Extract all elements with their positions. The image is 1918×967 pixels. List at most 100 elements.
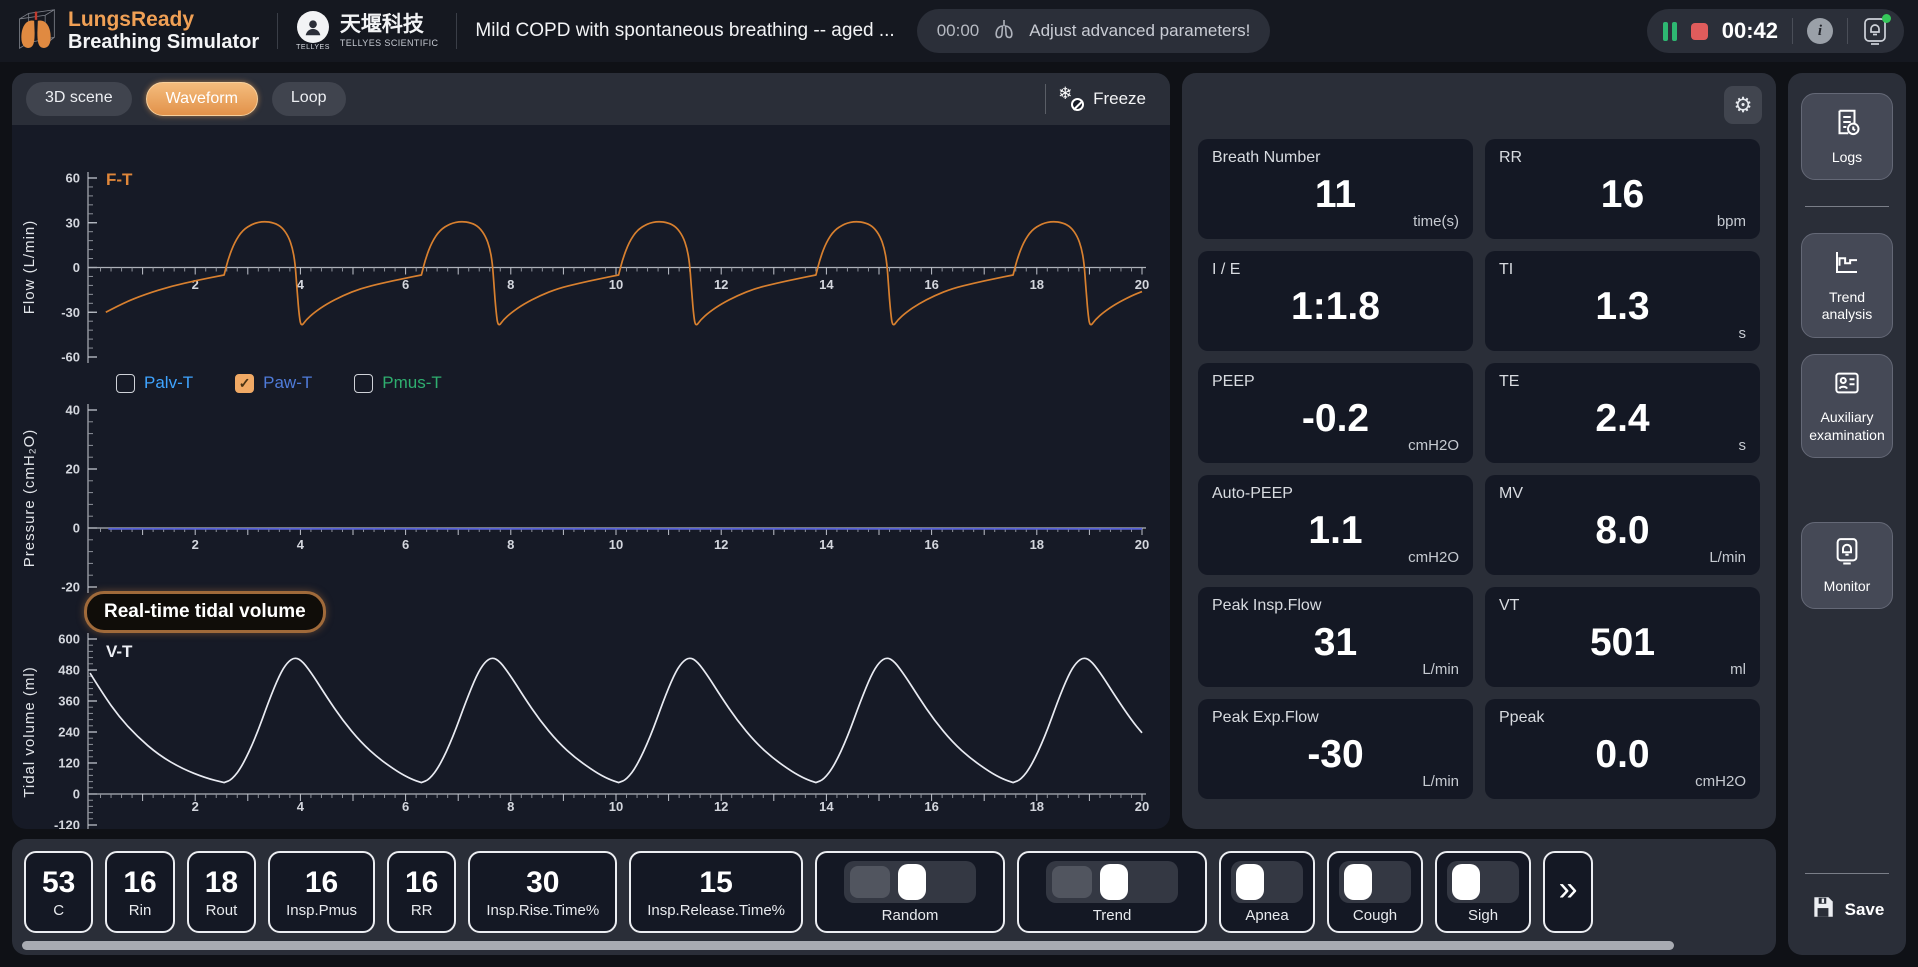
sidebar: Logs Trend analysis Auxiliary examination M… — [1788, 73, 1906, 955]
waveform-charts[interactable]: 60300-30-602468101214161820F-TFlow (L/mi… — [12, 125, 1170, 829]
toggle-sigh[interactable] — [1447, 861, 1519, 903]
freeze-label: Freeze — [1093, 89, 1146, 109]
freeze-button[interactable]: ❄ Freeze — [1060, 87, 1146, 111]
toggle-random[interactable] — [844, 861, 976, 903]
parameter-card-insp-rise-time-[interactable]: 30Insp.Rise.Time% — [468, 851, 617, 933]
measurement-card-mv: MV8.0L/min — [1485, 475, 1760, 575]
x-tick-label: 18 — [1030, 537, 1044, 552]
measurement-value: 501 — [1485, 621, 1760, 665]
measurement-value: -0.2 — [1198, 397, 1473, 441]
measurement-unit: L/min — [1709, 549, 1746, 566]
legend-label: Paw-T — [263, 373, 312, 393]
measurement-label: PEEP — [1212, 373, 1459, 391]
measurement-value: -30 — [1198, 733, 1473, 777]
pressure-legend: Palv-T ✓Paw-T Pmus-T — [116, 373, 442, 393]
info-icon[interactable]: i — [1807, 18, 1833, 44]
scenario-title: Mild COPD with spontaneous breathing -- … — [475, 20, 894, 42]
parameter-value: 16 — [123, 866, 156, 899]
parameter-card-insp-release-time-[interactable]: 15Insp.Release.Time% — [629, 851, 803, 933]
waveform-panel: 3D sceneWaveformLoop ❄ Freeze 60300-30-6… — [12, 73, 1170, 829]
measurement-value: 1.1 — [1198, 509, 1473, 553]
y-tick-label: 240 — [58, 725, 80, 740]
toggle-cough[interactable] — [1339, 861, 1411, 903]
toggle-card-trend[interactable]: Trend — [1017, 851, 1207, 933]
parameter-card-rr[interactable]: 16RR — [387, 851, 456, 933]
lungs-outline-icon — [992, 17, 1016, 46]
gear-icon[interactable]: ⚙ — [1724, 86, 1762, 124]
toggle-card-cough[interactable]: Cough — [1327, 851, 1423, 933]
brand-logo: TELLYES 天堰科技 TELLYES SCIENTIFIC — [296, 11, 438, 51]
toggle-knob[interactable] — [1100, 864, 1128, 900]
parameter-label: RR — [411, 902, 433, 919]
sidebar-item-logs[interactable]: Logs — [1801, 93, 1893, 180]
status-bar[interactable]: 00:00 Adjust advanced parameters! — [917, 9, 1271, 53]
measurement-unit: s — [1739, 325, 1747, 342]
toggle-knob[interactable] — [1452, 864, 1480, 900]
app-title: LungsReady Breathing Simulator — [68, 9, 259, 53]
toggle-card-sigh[interactable]: Sigh — [1435, 851, 1531, 933]
toggle-card-random[interactable]: Random — [815, 851, 1005, 933]
tab-3d-scene[interactable]: 3D scene — [26, 82, 132, 116]
sidebar-item-monitor[interactable]: Monitor — [1801, 522, 1893, 609]
sidebar-item-label: Auxiliary examination — [1806, 409, 1888, 444]
sidebar-item-trend-analysis[interactable]: Trend analysis — [1801, 233, 1893, 338]
y-axis-label: Tidal volume (ml) — [21, 666, 38, 797]
x-tick-label: 18 — [1030, 799, 1044, 814]
status-message: Adjust advanced parameters! — [1029, 21, 1250, 41]
toggle-card-apnea[interactable]: Apnea — [1219, 851, 1315, 933]
parameter-card-rout[interactable]: 18Rout — [187, 851, 256, 933]
measurement-card-peak-exp-flow: Peak Exp.Flow-30L/min — [1198, 699, 1473, 799]
tabbar-divider — [1045, 84, 1046, 114]
checkbox-icon — [116, 374, 135, 393]
toggle-apnea[interactable] — [1231, 861, 1303, 903]
legend-checkbox-pmus-t[interactable]: Pmus-T — [354, 373, 442, 393]
x-tick-label: 20 — [1135, 799, 1149, 814]
x-tick-label: 16 — [924, 799, 938, 814]
horizontal-scrollbar[interactable] — [22, 941, 1674, 950]
measurement-label: Ppeak — [1499, 709, 1746, 727]
parameter-card-c[interactable]: 53C — [24, 851, 93, 933]
measurement-unit: s — [1739, 437, 1747, 454]
parameter-label: Rin — [129, 902, 152, 919]
tab-loop[interactable]: Loop — [272, 82, 346, 116]
toggle-left-segment — [1052, 866, 1092, 898]
parameter-value: 15 — [699, 866, 732, 899]
brand-avatar: TELLYES — [296, 11, 330, 51]
pause-button[interactable] — [1663, 22, 1677, 41]
stop-button[interactable] — [1691, 23, 1708, 40]
measurement-card-peep: PEEP-0.2cmH2O — [1198, 363, 1473, 463]
legend-checkbox-palv-t[interactable]: Palv-T — [116, 373, 193, 393]
y-tick-label: 0 — [73, 787, 80, 802]
legend-checkbox-paw-t[interactable]: ✓Paw-T — [235, 373, 312, 393]
toggle-knob[interactable] — [1236, 864, 1264, 900]
x-tick-label: 14 — [819, 799, 834, 814]
toggle-label: Apnea — [1245, 907, 1288, 924]
toggle-knob[interactable] — [1344, 864, 1372, 900]
parameter-card-insp-pmus[interactable]: 16Insp.Pmus — [268, 851, 375, 933]
y-tick-label: 60 — [66, 171, 80, 186]
measurement-value: 31 — [1198, 621, 1473, 665]
measurement-card-rr: RR16bpm — [1485, 139, 1760, 239]
sidebar-item-label: Trend analysis — [1806, 289, 1888, 324]
tab-waveform[interactable]: Waveform — [146, 82, 258, 116]
sidebar-item-auxiliary-examination[interactable]: Auxiliary examination — [1801, 354, 1893, 459]
brand-name-en: TELLYES SCIENTIFIC — [340, 38, 439, 48]
x-tick-label: 2 — [192, 799, 199, 814]
y-tick-label: 600 — [58, 632, 80, 647]
save-button[interactable]: Save — [1810, 894, 1885, 925]
waveform-volume — [90, 658, 1142, 782]
expand-parameters-button[interactable]: » — [1543, 851, 1593, 933]
toggle-trend[interactable] — [1046, 861, 1178, 903]
x-tick-label: 4 — [297, 277, 305, 292]
header: LungsReady Breathing Simulator TELLYES 天… — [0, 0, 1918, 62]
x-tick-label: 12 — [714, 537, 728, 552]
app-logo: LungsReady Breathing Simulator — [14, 4, 259, 59]
toggle-knob[interactable] — [898, 864, 926, 900]
toggle-label: Trend — [1093, 907, 1132, 924]
parameter-bar: 53C 16 Rin 18Rout16Insp.Pmus16RR30Insp.Rise… — [12, 839, 1776, 955]
tabbar-right: ❄ Freeze — [1045, 84, 1156, 114]
device-notification-icon[interactable] — [1862, 17, 1888, 45]
parameter-card-rin[interactable]: 16 Rin — [105, 851, 174, 933]
header-divider — [277, 13, 278, 49]
measurement-card-ti: TI1.3s — [1485, 251, 1760, 351]
